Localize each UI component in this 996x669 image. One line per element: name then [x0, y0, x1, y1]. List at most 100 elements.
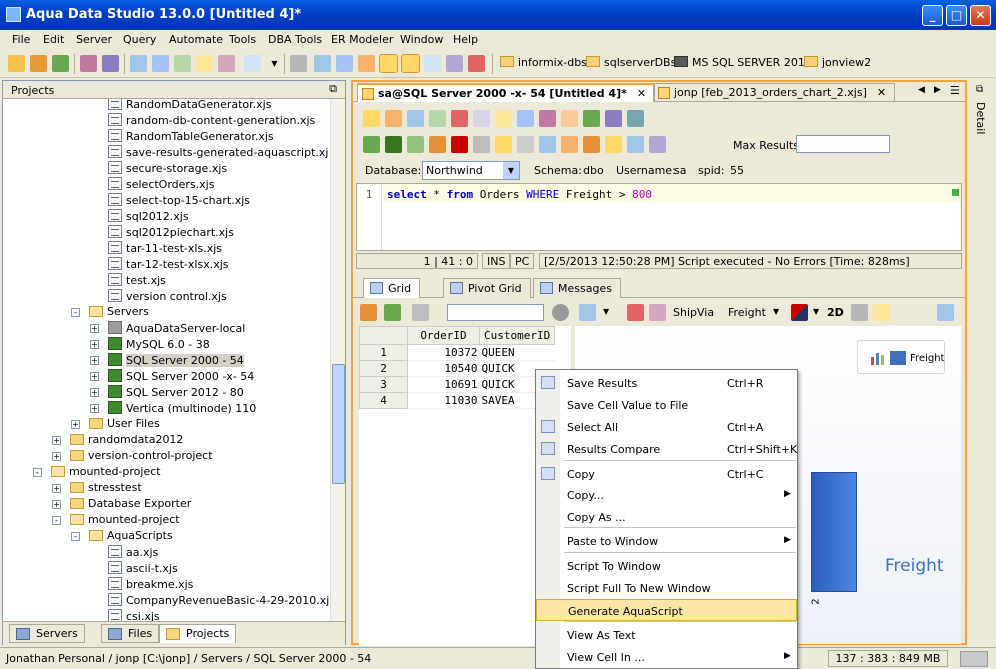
expand-icon[interactable]: +	[52, 500, 61, 509]
expand-icon[interactable]: +	[90, 388, 99, 397]
context-menu-item[interactable]: Select All Ctrl+A	[536, 416, 797, 438]
tree-node[interactable]: breakme.xjs	[108, 577, 193, 593]
editor-tool-icon[interactable]	[583, 110, 600, 127]
context-menu-item[interactable]: Copy Ctrl+C	[536, 463, 797, 485]
chevron-down-icon[interactable]: ▼	[603, 307, 609, 316]
chart-config-icon[interactable]	[627, 304, 644, 321]
pivot-icon[interactable]	[649, 304, 666, 321]
expand-icon[interactable]: +	[71, 420, 80, 429]
editor-tool-icon[interactable]	[473, 110, 490, 127]
column-header[interactable]: CustomerID	[478, 326, 556, 345]
chart-field-freight[interactable]: Freight	[728, 306, 766, 319]
chart-field-shipvia[interactable]: ShipVia	[673, 306, 714, 319]
tree-node[interactable]: csi.xjs	[108, 609, 160, 621]
view-icon[interactable]	[152, 55, 169, 72]
folder-shortcut-jonview2[interactable]: jonview2	[804, 56, 871, 72]
context-menu-item[interactable]: Script Full To New Window	[536, 577, 797, 599]
editor-tool-icon[interactable]	[605, 110, 622, 127]
execute-tool-icon[interactable]	[407, 136, 424, 153]
tree-node[interactable]: tar-11-test-xls.xjs	[108, 241, 222, 257]
tree-node[interactable]: randomdata2012	[70, 433, 183, 449]
editor-tool-icon[interactable]	[429, 110, 446, 127]
context-menu-item[interactable]: View As Text	[536, 624, 797, 646]
tree-node[interactable]: selectOrders.xjs	[108, 177, 214, 193]
tab-list-icon[interactable]: ☰	[950, 84, 960, 97]
execute-tool-icon[interactable]	[363, 136, 380, 153]
folder-shortcut-informix[interactable]: informix-dbs	[500, 56, 587, 72]
execute-tool-icon[interactable]	[649, 136, 666, 153]
close-tab-icon[interactable]: ✕	[637, 87, 646, 100]
chart-options-icon[interactable]	[937, 304, 954, 321]
chevron-down-icon[interactable]: ▼	[813, 307, 819, 316]
detail-tab[interactable]: Detail	[974, 102, 987, 134]
tree-node[interactable]: mounted-project	[70, 513, 180, 529]
tree-scrollbar[interactable]	[330, 99, 345, 621]
editor-tool-icon[interactable]	[385, 110, 402, 127]
tree-node[interactable]: RandomDataGenerator.xjs	[108, 99, 271, 113]
execute-tool-icon[interactable]	[583, 136, 600, 153]
context-menu-item[interactable]: Save Results Ctrl+R	[536, 372, 797, 394]
editor-tool-icon[interactable]	[561, 110, 578, 127]
context-menu-item[interactable]: Paste to Window ▶	[536, 530, 797, 552]
column-header[interactable]: OrderID	[407, 326, 480, 345]
trigger-icon[interactable]	[218, 55, 235, 72]
tab-feb-2013-orders[interactable]: jonp [feb_2013_orders_chart_2.xjs] ✕	[653, 83, 896, 102]
execute-tool-icon[interactable]	[561, 136, 578, 153]
panel-icon[interactable]	[446, 55, 463, 72]
tree-node[interactable]: SQL Server 2012 - 80	[108, 385, 244, 401]
sql-editor[interactable]: 1 select * from Orders WHERE Freight > 8…	[356, 183, 962, 251]
collapse-icon[interactable]: -	[71, 532, 80, 541]
chart-icon[interactable]	[468, 55, 485, 72]
table-row[interactable]: 2 10540 QUICK	[359, 360, 555, 377]
tree-node[interactable]: mounted-project	[51, 465, 161, 481]
tab-files[interactable]: Files	[101, 624, 160, 643]
menu-er-modeler[interactable]: ER Modeler	[331, 33, 393, 46]
minimize-button[interactable]: _	[922, 5, 943, 26]
tree-node[interactable]: CompanyRevenueBasic-4-29-2010.xjs	[108, 593, 329, 609]
menu-server[interactable]: Server	[76, 33, 112, 46]
context-menu-item[interactable]: Save Cell Value to File	[536, 394, 797, 416]
tab-servers[interactable]: Servers	[9, 624, 85, 643]
tree-node[interactable]: select-top-15-chart.xjs	[108, 193, 250, 209]
menu-file[interactable]: File	[12, 33, 30, 46]
split-layout-icon[interactable]	[336, 55, 353, 72]
new-script-icon[interactable]	[30, 55, 47, 72]
compare-icon[interactable]	[102, 55, 119, 72]
context-menu-item[interactable]: Generate AquaScript	[536, 599, 797, 621]
expand-icon[interactable]: +	[90, 404, 99, 413]
function-icon[interactable]	[196, 55, 213, 72]
sql-line[interactable]: select * from Orders WHERE Freight > 800	[383, 184, 961, 202]
grid-options-icon[interactable]	[360, 304, 377, 321]
table-row[interactable]: 4 11030 SAVEA	[359, 392, 555, 409]
list-icon[interactable]	[424, 55, 441, 72]
expand-icon[interactable]: +	[52, 436, 61, 445]
execute-tool-icon[interactable]	[517, 136, 534, 153]
table-cell[interactable]: 10540	[407, 360, 480, 377]
expand-icon[interactable]: +	[90, 372, 99, 381]
execute-tool-icon[interactable]	[627, 136, 644, 153]
tree-node[interactable]: Servers	[89, 305, 149, 321]
chart-2d-toggle[interactable]: 2D	[827, 306, 844, 319]
restore-icon[interactable]: ⧉	[329, 82, 337, 96]
tree-node[interactable]: test.xjs	[108, 273, 166, 289]
close-button[interactable]: ✕	[970, 5, 991, 26]
gc-icon[interactable]	[960, 651, 988, 667]
expand-icon[interactable]: +	[52, 484, 61, 493]
menu-dba-tools[interactable]: DBA Tools	[268, 33, 322, 46]
expand-icon[interactable]: +	[52, 452, 61, 461]
execute-tool-icon[interactable]	[429, 136, 446, 153]
editor-tool-icon[interactable]	[363, 110, 380, 127]
tab-pivot-grid[interactable]: Pivot Grid	[443, 278, 531, 298]
execute-tool-icon[interactable]	[473, 136, 490, 153]
window-icon[interactable]	[290, 55, 307, 72]
tree-node[interactable]: sql2012.xjs	[108, 209, 189, 225]
close-tab-icon[interactable]: ✕	[877, 86, 886, 99]
chevron-down-icon[interactable]: ▼	[266, 55, 283, 72]
chart-export-icon[interactable]	[851, 304, 868, 321]
chart-legend-icon[interactable]	[873, 304, 890, 321]
folder-shortcut-sqlserver[interactable]: sqlserverDBs	[586, 56, 676, 72]
expand-icon[interactable]: +	[90, 324, 99, 333]
context-menu-item[interactable]: View Cell In ... ▶	[536, 646, 797, 668]
context-menu-item[interactable]: Copy... ▶	[536, 484, 797, 506]
menu-automate[interactable]: Automate	[169, 33, 223, 46]
